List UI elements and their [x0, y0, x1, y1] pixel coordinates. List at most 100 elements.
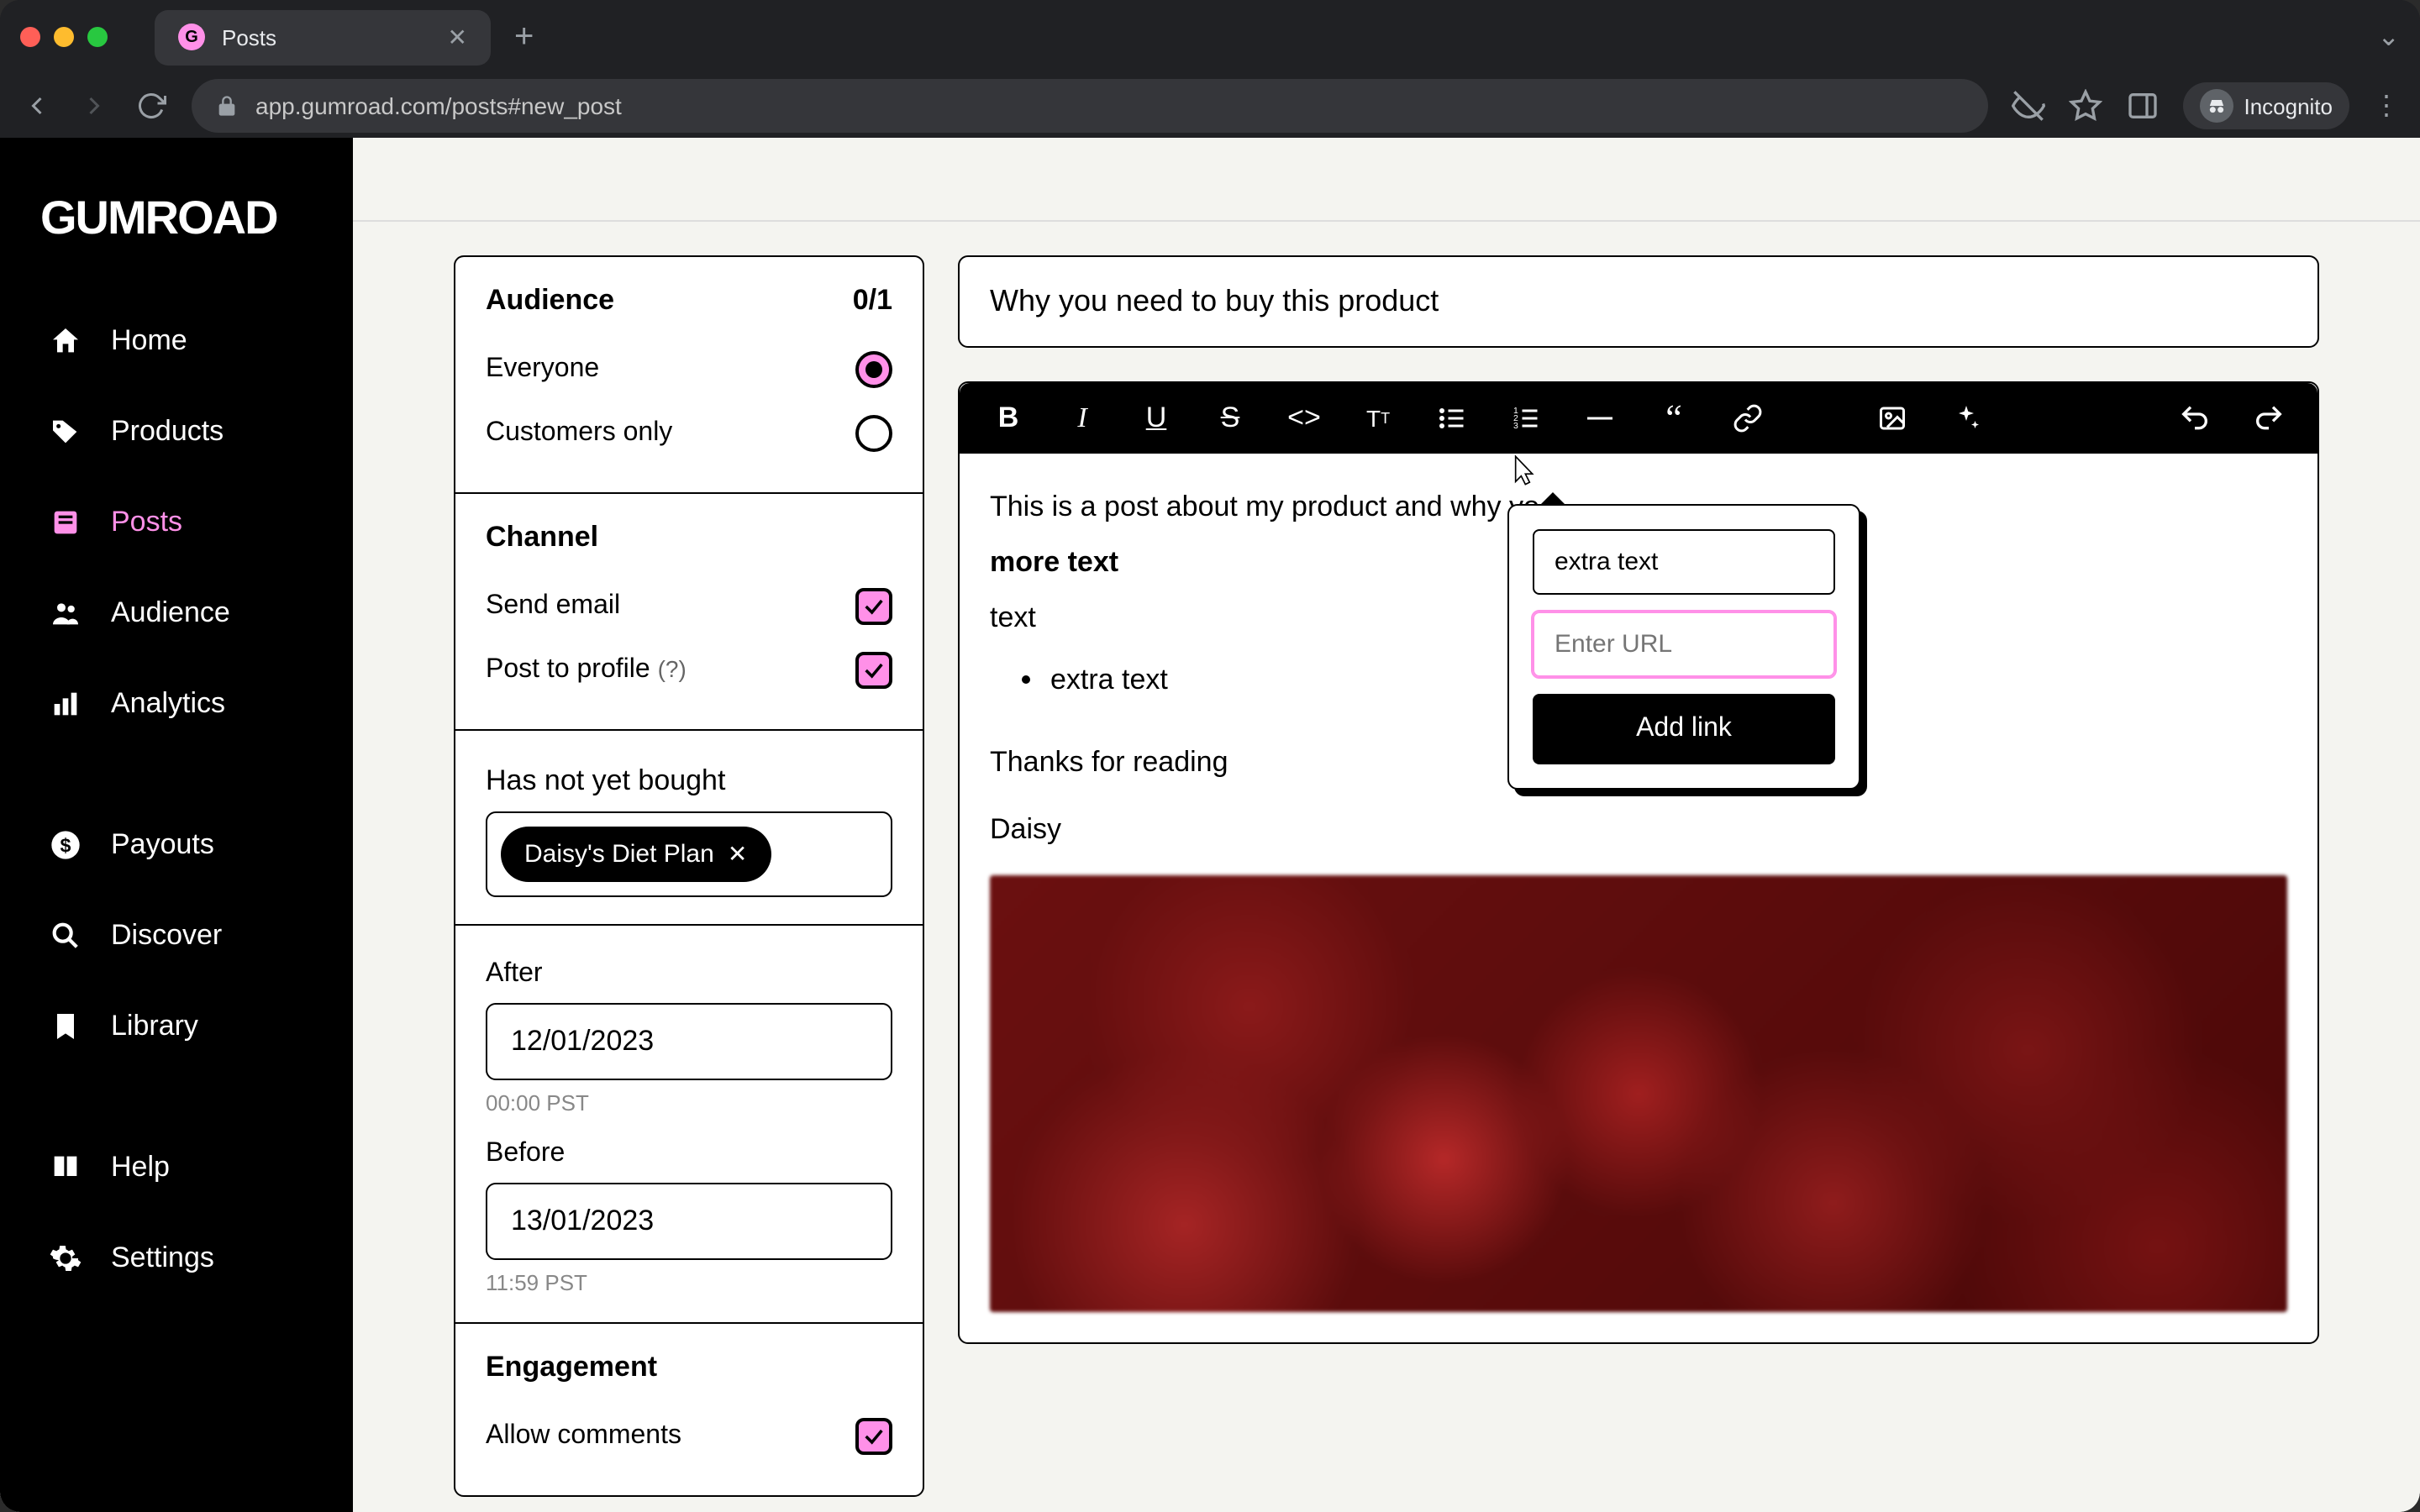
svg-text:$: $	[60, 834, 71, 856]
product-chip-container[interactable]: Daisy's Diet Plan ✕	[486, 811, 892, 897]
chip-remove-icon[interactable]: ✕	[728, 840, 747, 869]
radio-off[interactable]	[855, 415, 892, 452]
tabs-chevron-icon[interactable]: ⌄	[2377, 20, 2400, 54]
bought-section: Has not yet bought Daisy's Diet Plan ✕	[455, 731, 923, 926]
bars-icon	[47, 685, 84, 722]
italic-button[interactable]: I	[1064, 400, 1101, 437]
help-icon[interactable]: (?)	[658, 655, 687, 682]
app-sidebar: Gumroad Home Products Posts Audience Ana…	[0, 138, 353, 1512]
sparkle-button[interactable]	[1948, 400, 1985, 437]
app-logo: Gumroad	[0, 192, 353, 296]
audience-customers-row[interactable]: Customers only	[486, 402, 892, 465]
option-label: Allow comments	[486, 1421, 681, 1452]
code-button[interactable]: <>	[1286, 400, 1323, 437]
section-title: Has not yet bought	[486, 764, 892, 798]
redo-button[interactable]	[2250, 400, 2287, 437]
strike-button[interactable]: S	[1212, 400, 1249, 437]
sidebar-item-audience[interactable]: Audience	[0, 568, 353, 659]
checkbox-on[interactable]	[855, 588, 892, 625]
book-icon	[47, 1149, 84, 1186]
audience-everyone-row[interactable]: Everyone	[486, 338, 892, 402]
radio-on[interactable]	[855, 351, 892, 388]
engagement-section: Engagement Allow comments	[455, 1324, 923, 1495]
option-label: Send email	[486, 591, 620, 622]
send-email-row[interactable]: Send email	[486, 575, 892, 638]
browser-tab[interactable]: G Posts ✕	[155, 9, 491, 65]
heading-button[interactable]: TT	[1360, 400, 1397, 437]
before-date-input[interactable]	[486, 1183, 892, 1260]
gear-icon	[47, 1240, 84, 1277]
underline-button[interactable]: U	[1138, 400, 1175, 437]
add-link-button[interactable]: Add link	[1533, 694, 1835, 764]
window-close[interactable]	[20, 27, 40, 47]
hr-button[interactable]	[1581, 400, 1618, 437]
sidebar-item-label: Help	[111, 1151, 170, 1184]
sidebar-item-label: Audience	[111, 596, 230, 630]
favicon-icon: G	[178, 24, 205, 50]
allow-comments-row[interactable]: Allow comments	[486, 1404, 892, 1468]
link-button[interactable]	[1729, 400, 1766, 437]
url-text: app.gumroad.com/posts#new_post	[255, 92, 622, 119]
nav-back-icon[interactable]	[20, 91, 54, 121]
incognito-badge[interactable]: Incognito	[2183, 82, 2349, 129]
sidebar-item-settings[interactable]: Settings	[0, 1213, 353, 1304]
post-title-input[interactable]	[958, 255, 2319, 348]
post-profile-row[interactable]: Post to profile (?)	[486, 638, 892, 702]
after-hint: 00:00 PST	[486, 1090, 892, 1116]
nav-reload-icon[interactable]	[134, 91, 168, 121]
sidebar-item-label: Settings	[111, 1242, 214, 1275]
sidebar-item-label: Discover	[111, 919, 222, 953]
tab-close-icon[interactable]: ✕	[448, 23, 467, 51]
bullet-list-button[interactable]	[1434, 400, 1470, 437]
nav-forward-icon	[77, 91, 111, 121]
checkbox-on[interactable]	[855, 652, 892, 689]
sidebar-item-home[interactable]: Home	[0, 296, 353, 386]
address-bar-row: app.gumroad.com/posts#new_post Incognito…	[0, 74, 2420, 138]
undo-button[interactable]	[2176, 400, 2213, 437]
checkbox-on[interactable]	[855, 1418, 892, 1455]
tag-icon	[47, 413, 84, 450]
link-popover: Add link	[1507, 504, 1860, 790]
editor-image[interactable]	[990, 876, 2287, 1313]
search-icon	[47, 917, 84, 954]
channel-section: Channel Send email Post to profile (?)	[455, 494, 923, 731]
image-button[interactable]	[1874, 400, 1911, 437]
kebab-icon[interactable]: ⋮	[2373, 89, 2400, 123]
eye-off-icon[interactable]	[2012, 89, 2045, 123]
link-url-input[interactable]	[1533, 612, 1835, 677]
after-date-input[interactable]	[486, 1003, 892, 1080]
window-maximize[interactable]	[87, 27, 108, 47]
bold-button[interactable]: B	[990, 400, 1027, 437]
home-icon	[47, 323, 84, 360]
sidebar-item-label: Products	[111, 415, 224, 449]
tab-title: Posts	[222, 24, 276, 50]
panel-icon[interactable]	[2126, 89, 2160, 123]
lock-icon	[215, 94, 239, 118]
option-label: Post to profile (?)	[486, 655, 687, 685]
sidebar-item-posts[interactable]: Posts	[0, 477, 353, 568]
bookmark-icon	[47, 1008, 84, 1045]
sidebar-item-library[interactable]: Library	[0, 981, 353, 1072]
new-tab-button[interactable]: +	[514, 18, 534, 56]
sidebar-item-analytics[interactable]: Analytics	[0, 659, 353, 749]
sidebar-item-discover[interactable]: Discover	[0, 890, 353, 981]
sidebar-item-label: Home	[111, 324, 187, 358]
link-text-input[interactable]	[1533, 529, 1835, 595]
number-list-button[interactable]: 123	[1507, 400, 1544, 437]
sidebar-item-payouts[interactable]: $ Payouts	[0, 800, 353, 890]
window-minimize[interactable]	[54, 27, 74, 47]
url-bar[interactable]: app.gumroad.com/posts#new_post	[192, 79, 1988, 133]
editor: B I U S <> TT 123 “	[958, 381, 2319, 1345]
star-icon[interactable]	[2069, 89, 2102, 123]
section-title: Audience	[486, 284, 614, 318]
sidebar-item-label: Analytics	[111, 687, 225, 721]
users-icon	[47, 595, 84, 632]
option-label: Everyone	[486, 354, 599, 385]
sidebar-item-label: Library	[111, 1010, 198, 1043]
product-chip[interactable]: Daisy's Diet Plan ✕	[501, 827, 771, 882]
browser-titlebar: G Posts ✕ + ⌄	[0, 0, 2420, 74]
incognito-icon	[2200, 89, 2233, 123]
quote-button[interactable]: “	[1655, 400, 1692, 437]
sidebar-item-help[interactable]: Help	[0, 1122, 353, 1213]
sidebar-item-products[interactable]: Products	[0, 386, 353, 477]
